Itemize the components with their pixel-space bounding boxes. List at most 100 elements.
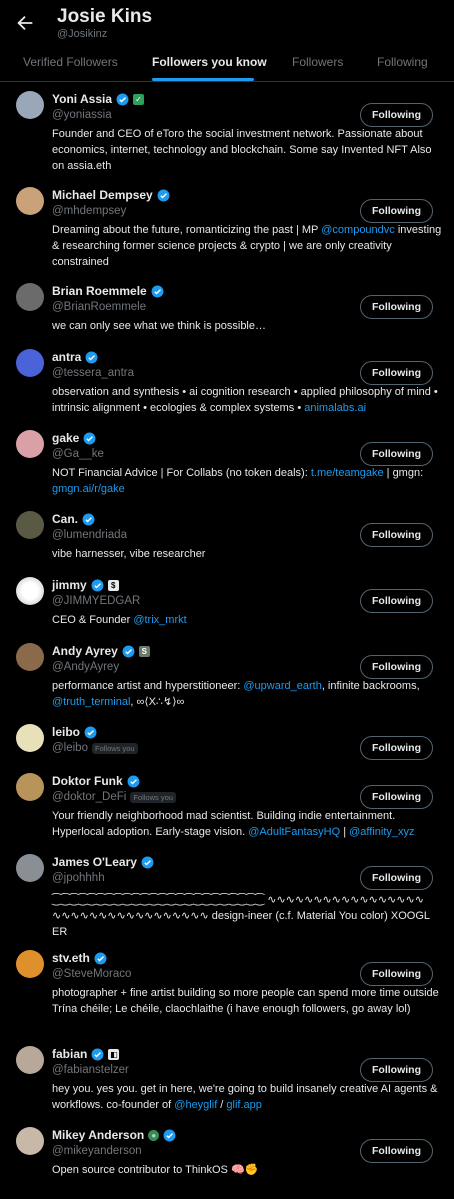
following-button[interactable]: Following [360, 442, 433, 466]
verified-badge-icon [84, 726, 97, 738]
avatar[interactable] [16, 773, 44, 801]
user-bio: we can only see what we think is possibl… [52, 320, 266, 332]
avatar[interactable] [16, 349, 44, 377]
verified-badge-icon [127, 775, 140, 787]
avatar[interactable] [16, 950, 44, 978]
user-name[interactable]: Andy Ayrey [52, 644, 118, 658]
follows-you-badge: Follows you [91, 742, 138, 754]
user-name[interactable]: Mikey Anderson [52, 1128, 144, 1142]
user-name[interactable]: antra [52, 350, 81, 364]
bio-text: , ∞⟨X∴↯⟩∞ [130, 696, 185, 708]
bio-link[interactable]: gmgn.ai/r/gake [52, 483, 125, 495]
bio-link[interactable]: @upward_earth [243, 680, 321, 692]
following-button[interactable]: Following [360, 361, 433, 385]
user-handle: @lumendriada [52, 529, 127, 541]
tab-followers[interactable]: Followers [292, 55, 343, 69]
verified-badge-icon [85, 351, 98, 363]
bio-link[interactable]: @AdultFantasyHQ [248, 826, 340, 838]
following-button[interactable]: Following [360, 589, 433, 613]
affiliate-badge-icon: ◧ [108, 1048, 120, 1060]
avatar[interactable] [16, 577, 44, 605]
user-name[interactable]: gake [52, 431, 79, 445]
verified-badge-icon [94, 952, 107, 964]
user-name[interactable]: jimmy [52, 578, 87, 592]
user-bio: Dreaming about the future, romanticizing… [52, 222, 442, 270]
user-bio: observation and synthesis • ai cognition… [52, 384, 442, 416]
bio-link[interactable]: t.me/teamgake [311, 467, 384, 479]
user-name[interactable]: leibo [52, 725, 80, 739]
user-bio: NOT Financial Advice | For Collabs (no t… [52, 465, 442, 497]
user-name[interactable]: Can. [52, 512, 78, 526]
bio-link[interactable]: @affinity_xyz [349, 826, 414, 838]
follows-you-badge: Follows you [130, 791, 176, 803]
avatar[interactable] [16, 1127, 44, 1155]
following-button[interactable]: Following [360, 785, 433, 809]
following-button[interactable]: Following [360, 655, 433, 679]
user-handle: @yoniassia [52, 109, 112, 121]
avatar[interactable] [16, 511, 44, 539]
bio-link[interactable]: @trix_mrkt [133, 614, 186, 626]
verified-badge-icon [91, 1048, 104, 1060]
user-bio: vibe harnesser, vibe researcher [52, 548, 206, 560]
bio-link[interactable]: @compoundvc [321, 224, 395, 236]
user-name[interactable]: Yoni Assia [52, 92, 112, 106]
bio-text: Dreaming about the future, romanticizing… [52, 224, 322, 236]
user-handle: @SteveMoraco [52, 968, 132, 980]
bio-text: | [340, 826, 350, 838]
avatar[interactable] [16, 430, 44, 458]
bio-link[interactable]: @heyglif [174, 1099, 217, 1111]
user-handle: @doktor_DeFi [52, 791, 127, 803]
user-handle: @leibo [52, 742, 88, 754]
bio-text: NOT Financial Advice | For Collabs (no t… [52, 467, 311, 479]
back-arrow-icon[interactable] [14, 12, 36, 34]
verified-badge-icon [151, 285, 164, 297]
following-button[interactable]: Following [360, 1139, 433, 1163]
tab-bar: Verified Followers Followers you know Fo… [0, 44, 454, 82]
globe-icon: ● [148, 1129, 160, 1141]
user-name[interactable]: Michael Dempsey [52, 188, 153, 202]
avatar[interactable] [16, 1046, 44, 1074]
user-name[interactable]: fabian [52, 1047, 87, 1061]
profile-handle: @Josikinz [57, 28, 108, 40]
user-handle: @AndyAyrey [52, 661, 120, 673]
user-name[interactable]: Doktor Funk [52, 774, 123, 788]
following-button[interactable]: Following [360, 103, 433, 127]
following-button[interactable]: Following [360, 1058, 433, 1082]
bio-text: performance artist and hyperstitioneer: [52, 680, 244, 692]
avatar[interactable] [16, 283, 44, 311]
bio-link[interactable]: animalabs.ai [304, 402, 366, 414]
bio-link[interactable]: @truth_terminal [52, 696, 130, 708]
tab-verified-followers[interactable]: Verified Followers [23, 55, 118, 69]
avatar[interactable] [16, 643, 44, 671]
following-button[interactable]: Following [360, 295, 433, 319]
bio-text: observation and synthesis • ai cognition… [52, 386, 438, 414]
user-name[interactable]: James O'Leary [52, 855, 137, 869]
following-button[interactable]: Following [360, 736, 433, 760]
avatar[interactable] [16, 724, 44, 752]
avatar[interactable] [16, 91, 44, 119]
following-button[interactable]: Following [360, 199, 433, 223]
verified-badge-icon [82, 513, 95, 525]
verified-badge-icon [141, 856, 154, 868]
bio-link[interactable]: glif.app [226, 1099, 261, 1111]
user-handle: @mhdempsey [52, 205, 127, 217]
verified-badge-icon [116, 93, 129, 105]
user-handle: @JIMMYEDGAR [52, 595, 141, 607]
verified-badge-icon [163, 1129, 176, 1141]
user-name[interactable]: stv.eth [52, 951, 90, 965]
following-button[interactable]: Following [360, 523, 433, 547]
user-name[interactable]: Brian Roemmele [52, 284, 147, 298]
verified-badge-icon [157, 189, 170, 201]
user-bio: CEO & Founder @trix_mrkt [52, 612, 442, 628]
user-bio: hey you. yes you. get in here, we're goi… [52, 1081, 442, 1113]
following-button[interactable]: Following [360, 866, 433, 890]
avatar[interactable] [16, 854, 44, 882]
user-bio: Your friendly neighborhood mad scientist… [52, 808, 442, 840]
user-bio: performance artist and hyperstitioneer: … [52, 678, 442, 710]
avatar[interactable] [16, 187, 44, 215]
tab-followers-you-know[interactable]: Followers you know [152, 55, 267, 69]
following-button[interactable]: Following [360, 962, 433, 986]
user-handle: @fabianstelzer [52, 1064, 129, 1076]
profile-name: Josie Kins [57, 6, 153, 27]
tab-following[interactable]: Following [377, 55, 428, 69]
